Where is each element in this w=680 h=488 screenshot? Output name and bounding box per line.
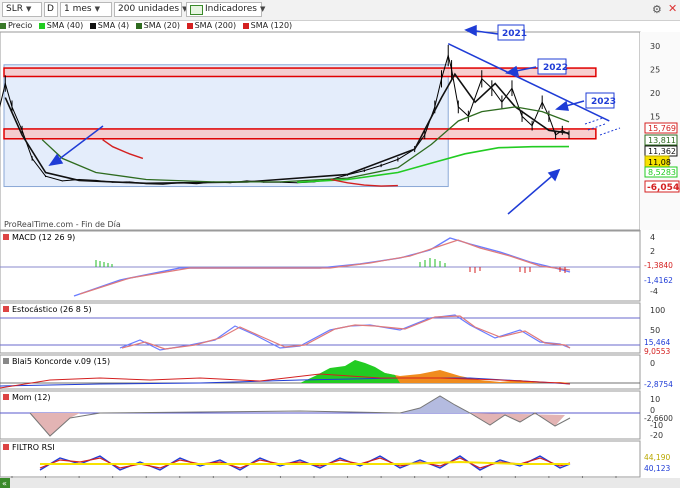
y-tick-label: 30 [650, 42, 660, 51]
callout-2022: 2022 [537, 58, 568, 75]
price-tag-text: 8,5283 [648, 168, 676, 177]
svg-text:2: 2 [650, 247, 655, 256]
price-tag-text: 11,362 [648, 147, 676, 156]
stoch-d [121, 315, 571, 350]
svg-text:0: 0 [650, 406, 655, 415]
stoch-title: Estocástico (26 8 5) [3, 305, 92, 314]
mom-neg-area [30, 413, 80, 436]
rsi-shapes [39, 455, 571, 471]
macd-title: MACD (12 26 9) [3, 233, 75, 242]
arrow-line [507, 175, 553, 215]
svg-text:50: 50 [650, 326, 660, 335]
stoch-value-1: 15,464 [644, 338, 670, 347]
svg-text:-4: -4 [650, 287, 658, 296]
macd-value-1: -1,3840 [644, 261, 673, 270]
macd-title-text: MACD (12 26 9) [12, 233, 75, 242]
chart-canvas[interactable]: MACD (12 26 9) Estocástico (26 8 5) Blai… [0, 0, 680, 488]
arrow-head [555, 100, 569, 111]
svg-text:-20: -20 [650, 431, 663, 440]
scroll-left-button[interactable]: « [0, 478, 10, 488]
callout-2021: 2021 [497, 24, 527, 41]
svg-text:-10: -10 [650, 421, 663, 430]
mom-shapes [0, 395, 640, 437]
current-price-text: 11,08 [648, 158, 671, 167]
callout-2022-text: 2022 [543, 63, 568, 73]
rsi-title-text: FILTRO RSI [12, 443, 55, 452]
mom-neg-area-2 [470, 413, 565, 426]
svg-text:4: 4 [650, 233, 655, 242]
callout-2023-text: 2023 [591, 97, 616, 107]
arrow-head [464, 24, 477, 37]
rsi-value-2: 40,123 [644, 464, 670, 473]
macd-lines [0, 237, 640, 297]
price-tag-text: -6,0543 [647, 183, 680, 193]
price-tag-text: 13,811 [648, 136, 676, 145]
blai5-value: -2,8754 [644, 380, 673, 389]
mom-title-text: Mom (12) [12, 393, 51, 402]
price-tag-3: 11,362 [644, 145, 678, 157]
price-tag-2: 13,811 [644, 134, 678, 146]
svg-text:0: 0 [650, 359, 655, 368]
rsi-value-1: 44,190 [644, 453, 670, 462]
macd-value-2: -1,4162 [644, 276, 673, 285]
svg-text:«: « [2, 479, 7, 488]
projection-line [599, 127, 621, 136]
time-axis [0, 478, 680, 488]
price-tag-1: 15,769 [644, 122, 678, 134]
rsi-title: FILTRO RSI [3, 443, 55, 452]
stoch-lines [0, 314, 640, 351]
price-tag-4: 8,5283 [644, 166, 678, 178]
svg-text:10: 10 [650, 395, 660, 404]
price-tag-text: 15,769 [648, 124, 676, 133]
highlight-box [3, 64, 449, 188]
arrow-head [547, 168, 561, 182]
watermark: ProRealTime.com - Fin de Día [4, 220, 121, 229]
callout-2021-text: 2021 [502, 29, 527, 39]
price-tag-5: -6,0543 [644, 180, 680, 193]
stoch-value-2: 9,0553 [644, 347, 670, 356]
callout-2023: 2023 [585, 92, 616, 109]
mom-title: Mom (12) [3, 393, 51, 402]
svg-text:100: 100 [650, 306, 665, 315]
stoch-title-text: Estocástico (26 8 5) [12, 305, 92, 314]
y-tick-label: 25 [650, 65, 660, 74]
projection-line [584, 117, 604, 125]
blai5-title: Blai5 Koncorde v.09 (15) [3, 357, 110, 366]
blai5-title-text: Blai5 Koncorde v.09 (15) [12, 357, 110, 366]
y-tick-label: 15 [650, 112, 660, 121]
y-tick-label: 20 [650, 89, 660, 98]
current-price-tag: 11,08 [644, 155, 671, 168]
